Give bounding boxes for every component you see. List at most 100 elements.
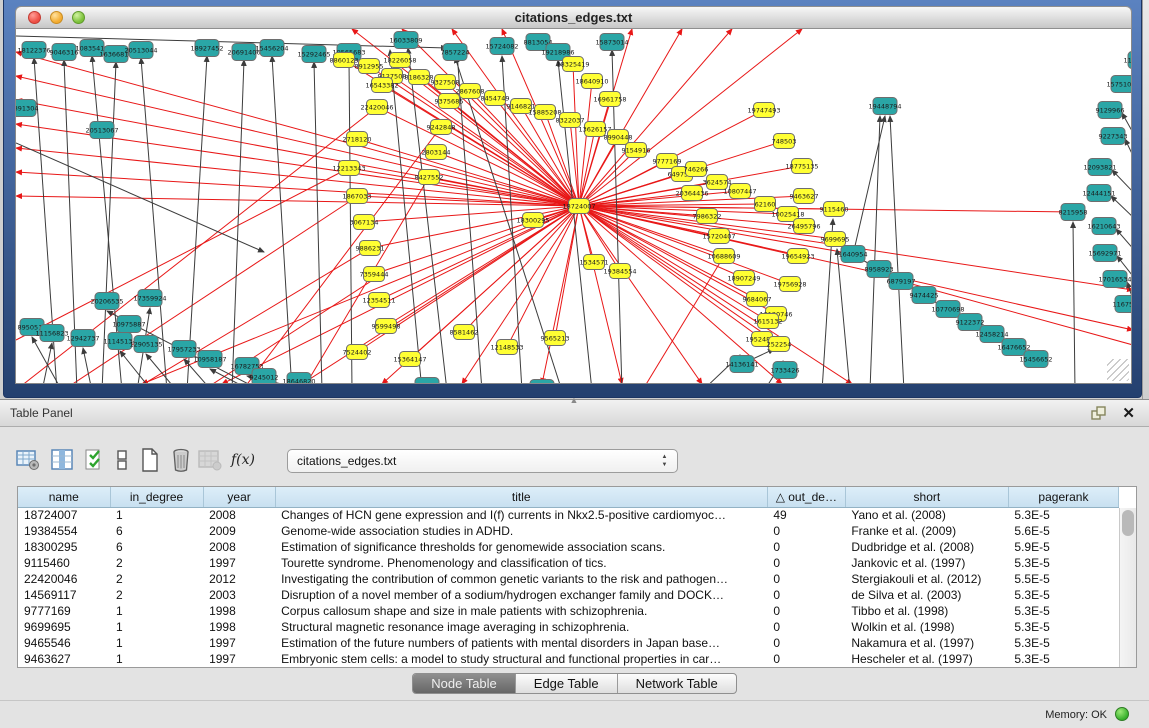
network-node[interactable]: 9699695 [821, 232, 850, 247]
network-node[interactable]: 18646820 [282, 373, 315, 385]
network-node[interactable]: 9375685 [435, 94, 464, 109]
table-row[interactable]: 911546021997Tourette syndrome. Phenomeno… [18, 555, 1119, 571]
network-node[interactable]: 19756928 [773, 277, 806, 292]
column-header-short[interactable]: short [845, 487, 1008, 507]
network-node[interactable]: 10975887 [112, 316, 145, 333]
network-node[interactable]: 9684067 [743, 292, 772, 307]
network-node[interactable]: 10688609 [707, 249, 740, 264]
table-row[interactable]: 1456911722003Disruption of a novel membe… [18, 587, 1119, 603]
vertical-scrollbar[interactable] [1119, 508, 1136, 667]
network-node[interactable]: 9463627 [790, 189, 819, 204]
network-node[interactable]: 9154916 [622, 143, 651, 158]
column-header-out_de[interactable]: △ out_de… [767, 487, 845, 507]
network-node[interactable]: 18226058 [383, 53, 416, 68]
network-node[interactable]: 62160 [755, 197, 776, 212]
network-node[interactable]: 15456204 [255, 40, 288, 57]
network-node[interactable]: 15692971 [1088, 245, 1121, 262]
network-node[interactable]: 8581462 [450, 325, 479, 340]
network-node[interactable]: 8427552 [415, 170, 444, 185]
network-node[interactable]: 19448794 [868, 98, 901, 115]
network-view-frame[interactable]: citations_edges.txt 18122376904631610835… [3, 0, 1142, 398]
network-node[interactable]: 16961758 [593, 92, 626, 107]
network-node[interactable]: 7359444 [360, 267, 389, 282]
tab-node-table[interactable]: Node Table [413, 674, 515, 693]
close-panel-icon[interactable]: ✕ [1122, 404, 1135, 422]
network-node[interactable]: 19654923 [781, 249, 814, 264]
network-node[interactable]: 9886231 [356, 241, 385, 256]
network-node[interactable]: 1615132 [754, 314, 783, 329]
network-node[interactable]: 18775135 [785, 159, 818, 174]
column-header-pagerank[interactable]: pagerank [1008, 487, 1118, 507]
network-canvas[interactable]: 1812237690463161083541216366814205130441… [15, 29, 1132, 384]
column-header-in_degree[interactable]: in_degree [110, 487, 203, 507]
network-node[interactable]: 11156823 [35, 325, 68, 342]
network-node[interactable]: 9599498 [372, 319, 401, 334]
network-node[interactable]: 2803144 [422, 145, 451, 160]
delete-column-icon[interactable] [196, 445, 224, 475]
network-node[interactable]: 8454749 [481, 91, 510, 106]
network-node[interactable]: 1167533 [1113, 296, 1132, 313]
network-node[interactable]: 2718120 [343, 132, 372, 147]
network-node[interactable]: 15456652 [1019, 351, 1052, 368]
column-header-year[interactable]: year [203, 487, 275, 507]
network-node[interactable]: 12213343 [332, 161, 365, 176]
new-table-icon[interactable] [136, 445, 164, 475]
column-header-name[interactable]: name [18, 487, 110, 507]
network-node[interactable]: 15873014 [595, 34, 628, 51]
table-settings-icon[interactable] [14, 445, 42, 475]
network-node[interactable]: 8186328 [405, 70, 434, 85]
network-canvas-svg[interactable]: 1812237690463161083541216366814205130441… [16, 29, 1132, 384]
network-node[interactable]: 12444151 [1082, 185, 1115, 202]
network-node[interactable]: 748503 [772, 134, 797, 149]
network-node[interactable]: 8215958 [1059, 204, 1088, 221]
show-columns-icon[interactable] [48, 445, 76, 475]
network-node[interactable]: 252254 [767, 337, 792, 352]
table-row[interactable]: 977716911998Corpus callosum shape and si… [18, 603, 1119, 619]
table-row[interactable]: 969969511998Structural magnetic resonanc… [18, 619, 1119, 635]
network-node[interactable]: 1733426 [771, 362, 800, 379]
table-row[interactable]: 1872400712008Changes of HCN gene express… [18, 507, 1119, 523]
network-node[interactable]: 12905135 [129, 336, 162, 353]
network-node[interactable]: 1640954 [839, 246, 868, 263]
network-node[interactable]: 14136141 [725, 356, 758, 373]
network-node[interactable]: 16210643 [1087, 218, 1120, 235]
network-node[interactable]: 11125418 [1123, 52, 1132, 69]
network-node[interactable]: 20206535 [90, 293, 123, 310]
tab-edge-table[interactable]: Edge Table [515, 674, 617, 693]
network-node[interactable]: 17359924 [133, 290, 166, 307]
network-node[interactable]: 15720407 [702, 229, 735, 244]
network-node[interactable]: 9463646 [413, 378, 442, 385]
network-node[interactable]: 9227343 [1099, 128, 1128, 145]
network-node[interactable]: 9565213 [541, 331, 570, 346]
table-row[interactable]: 1938455462009Genome-wide association stu… [18, 523, 1119, 539]
table-row[interactable]: 946554611997Estimation of the future num… [18, 635, 1119, 651]
scrollbar-thumb[interactable] [1122, 510, 1134, 536]
network-node[interactable]: 17016534 [1098, 271, 1131, 288]
network-node[interactable]: 12530190 [525, 380, 558, 385]
network-node[interactable]: 746266 [684, 162, 709, 177]
delete-table-icon[interactable] [167, 445, 195, 475]
network-node[interactable]: 8912955 [355, 59, 384, 74]
splitter-handle[interactable]: ▲ [566, 397, 582, 405]
network-node[interactable]: 15751074 [1106, 76, 1132, 93]
tab-network-table[interactable]: Network Table [617, 674, 736, 693]
network-node[interactable]: 1891304 [16, 100, 38, 117]
network-node[interactable]: 7524402 [343, 345, 372, 360]
network-node[interactable]: 20513067 [85, 122, 118, 139]
network-node[interactable]: 15292465 [297, 46, 330, 63]
network-node[interactable]: 9245012 [250, 369, 279, 385]
network-node[interactable]: 12093821 [1083, 159, 1116, 176]
table-row[interactable]: 946362711997Embryonic stem cells: a mode… [18, 651, 1119, 667]
network-node[interactable]: 16033809 [389, 32, 422, 49]
table-row[interactable]: 2242004622012Investigating the contribut… [18, 571, 1119, 587]
network-node[interactable]: 7986322 [693, 209, 722, 224]
network-node[interactable]: 20513044 [124, 42, 157, 59]
network-node[interactable]: 12942737 [66, 330, 99, 347]
float-panel-icon[interactable] [1090, 405, 1107, 422]
network-node[interactable]: 9129966 [1096, 102, 1125, 119]
stacked-squares-icon[interactable] [108, 445, 136, 475]
network-node[interactable]: 9115460 [820, 202, 849, 217]
select-attributes-icon[interactable] [81, 445, 109, 475]
table-row[interactable]: 1830029562008Estimation of significance … [18, 539, 1119, 555]
network-node[interactable]: 7857224 [441, 44, 470, 61]
